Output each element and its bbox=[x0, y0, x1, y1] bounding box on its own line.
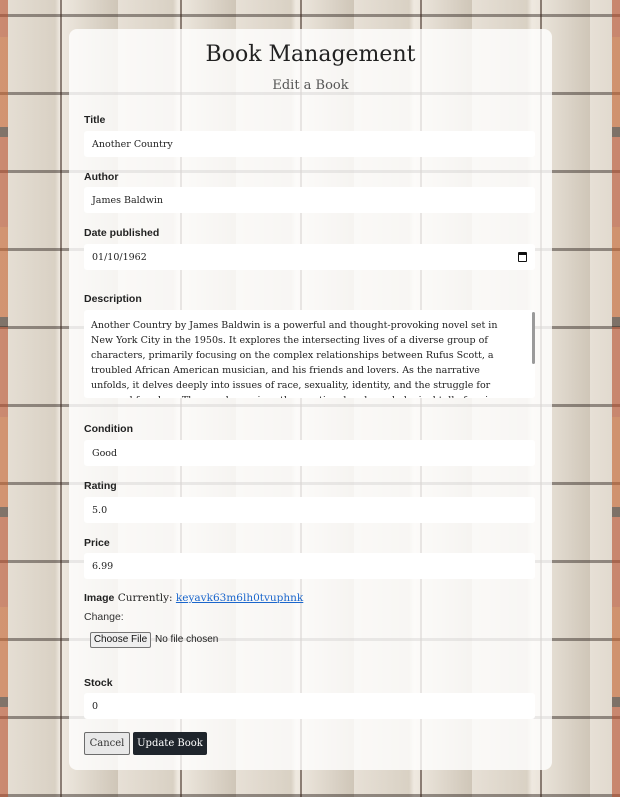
file-status-text: No file chosen bbox=[155, 634, 219, 645]
page-subtitle: Edit a Book bbox=[272, 78, 349, 93]
page-title: Book Management bbox=[205, 42, 416, 67]
image-current-row: Image Currently: keyavk63m6lh0tvuphnk bbox=[84, 592, 303, 604]
stock-input[interactable]: 0 bbox=[84, 693, 535, 719]
title-label: Title bbox=[84, 114, 106, 126]
edit-book-panel: Book Management Edit a Book Title Anothe… bbox=[69, 29, 552, 770]
rating-label: Rating bbox=[84, 480, 117, 492]
image-change-label: Change: bbox=[84, 611, 124, 623]
stock-label: Stock bbox=[84, 677, 113, 689]
description-text: Another Country by James Baldwin is a po… bbox=[91, 320, 505, 398]
description-label: Description bbox=[84, 293, 142, 305]
author-label: Author bbox=[84, 171, 119, 183]
condition-label: Condition bbox=[84, 423, 133, 435]
author-input[interactable]: James Baldwin bbox=[84, 187, 535, 213]
current-image-link[interactable]: keyavk63m6lh0tvuphnk bbox=[176, 592, 303, 604]
image-currently-text: Currently: bbox=[117, 592, 173, 604]
title-input[interactable]: Another Country bbox=[84, 131, 535, 157]
description-textarea[interactable]: Another Country by James Baldwin is a po… bbox=[84, 310, 535, 398]
cancel-button[interactable]: Cancel bbox=[84, 732, 130, 755]
price-label: Price bbox=[84, 537, 110, 549]
date-published-value: 01/10/1962 bbox=[92, 252, 147, 263]
date-published-input[interactable]: 01/10/1962 bbox=[84, 244, 535, 270]
condition-input[interactable]: Good bbox=[84, 440, 535, 466]
price-input[interactable]: 6.99 bbox=[84, 553, 535, 579]
rating-input[interactable]: 5.0 bbox=[84, 497, 535, 523]
calendar-icon[interactable] bbox=[518, 252, 527, 262]
description-scrollbar[interactable] bbox=[532, 312, 535, 364]
choose-file-button[interactable]: Choose File bbox=[90, 632, 151, 648]
date-published-label: Date published bbox=[84, 227, 160, 239]
update-book-button[interactable]: Update Book bbox=[133, 732, 207, 755]
image-label: Image bbox=[84, 592, 115, 604]
